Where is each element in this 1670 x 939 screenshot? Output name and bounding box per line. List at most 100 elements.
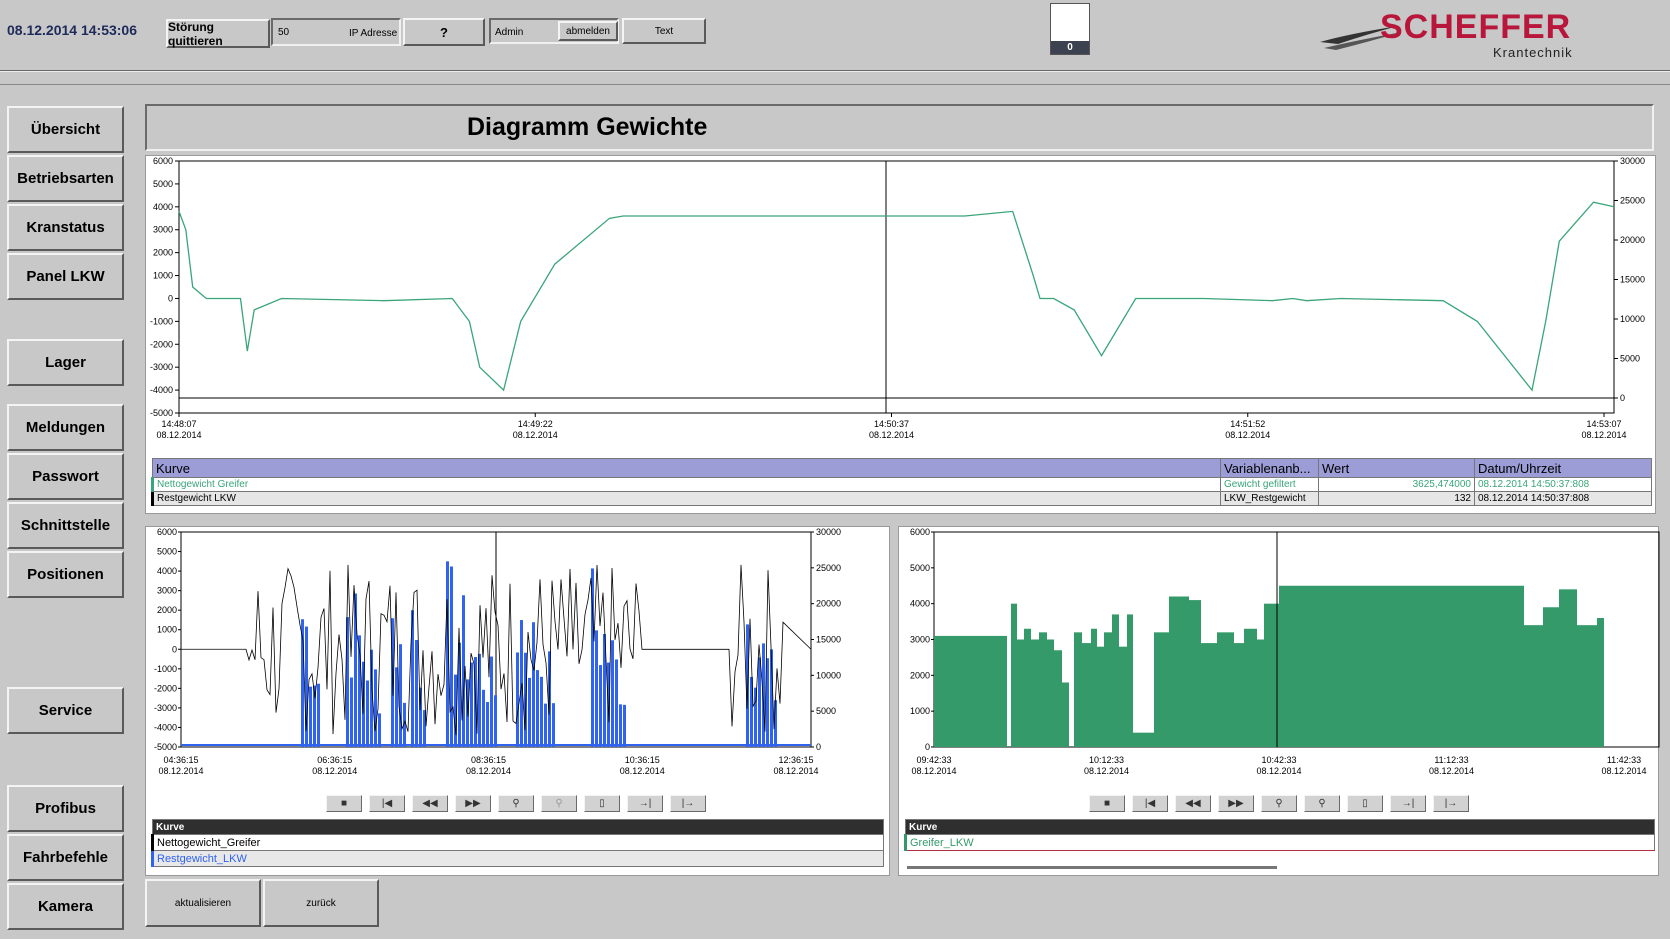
greifer-bar: [1091, 628, 1097, 747]
legend-scrollbar[interactable]: [907, 866, 1277, 869]
lkw-bar: [758, 657, 761, 747]
plot-area: [178, 160, 1615, 414]
back-button[interactable]: zurück: [263, 879, 379, 927]
y2-tick-label: 30000: [1620, 156, 1645, 166]
x-tick-label: 06:36:15: [317, 755, 352, 765]
y-tick-label: 6000: [153, 156, 173, 166]
greifer-bar: [1074, 632, 1082, 747]
sidebar-item-kamera[interactable]: Kamera: [7, 883, 124, 930]
move-right-icon[interactable]: →|: [627, 795, 663, 812]
ip-address-field[interactable]: 50 IP Adresse: [271, 18, 401, 46]
y-tick-label: -1000: [150, 316, 173, 326]
move-left-icon[interactable]: |→: [670, 795, 706, 812]
sidebar-item-panel-lkw[interactable]: Panel LKW: [7, 253, 124, 300]
legend-row[interactable]: Nettogewicht Greifer Gewicht gefiltert 3…: [151, 477, 1652, 492]
move-left-icon[interactable]: |→: [1433, 795, 1469, 812]
first-icon[interactable]: |◀: [369, 795, 405, 812]
y-tick-label: -4000: [150, 385, 173, 395]
greifer-bar: [1119, 646, 1127, 747]
left-chart-toolbar: ■ |◀ ◀◀ ▶▶ ⚲ ⚲ ▯ →| |→: [326, 795, 866, 815]
forward-icon[interactable]: ▶▶: [455, 795, 491, 812]
y-tick-label: -2000: [154, 683, 177, 693]
y2-tick-label: 25000: [816, 563, 841, 573]
sidebar-item-fahrbefehle[interactable]: Fahrbefehle: [7, 834, 124, 881]
page-title: Diagramm Gewichte: [467, 113, 708, 141]
legend-row[interactable]: Restgewicht LKW LKW_Restgewicht 132 08.1…: [151, 491, 1652, 506]
stop-icon[interactable]: ■: [1089, 795, 1125, 812]
sidebar-item-uebersicht[interactable]: Übersicht: [7, 106, 124, 153]
lkw-bar: [415, 640, 418, 747]
sidebar-item-service[interactable]: Service: [7, 687, 124, 734]
stop-icon[interactable]: ■: [326, 795, 362, 812]
help-button[interactable]: ?: [403, 18, 485, 46]
legend-header-datetime: Datum/Uhrzeit: [1474, 458, 1652, 478]
x-tick-label: 14:53:07: [1586, 419, 1621, 429]
lkw-bar: [395, 667, 398, 747]
sidebar-item-profibus[interactable]: Profibus: [7, 785, 124, 832]
greifer-bar: [1234, 643, 1244, 747]
title-panel: Diagramm Gewichte: [145, 104, 1654, 151]
bottom-right-trend-chart[interactable]: 6000 5000 4000 3000 2000 1000 0 09:42:33 08.12.2…: [898, 526, 1660, 876]
zoom-out-icon[interactable]: ⚲: [1304, 795, 1340, 812]
lkw-bar: [374, 669, 377, 747]
right-chart-toolbar: ■ |◀ ◀◀ ▶▶ ⚲ ⚲ ▯ →| |→: [1089, 795, 1629, 815]
ruler-icon[interactable]: ▯: [1347, 795, 1383, 812]
zoom-in-icon[interactable]: ⚲: [1261, 795, 1297, 812]
sidebar-item-schnittstelle[interactable]: Schnittstelle: [7, 502, 124, 549]
lkw-bar: [399, 644, 402, 747]
sidebar-item-kranstatus[interactable]: Kranstatus: [7, 204, 124, 251]
ruler-icon[interactable]: ▯: [584, 795, 620, 812]
legend-header-value: Wert: [1318, 458, 1475, 478]
lkw-bar: [540, 676, 543, 747]
y-tick-label: -1000: [154, 664, 177, 674]
legend-row[interactable]: Restgewicht_LKW: [151, 850, 884, 867]
sidebar-item-lager[interactable]: Lager: [7, 339, 124, 386]
lkw-bar: [486, 702, 489, 747]
sidebar-item-betriebsarten[interactable]: Betriebsarten: [7, 155, 124, 202]
y-tick-label: 6000: [910, 527, 930, 537]
user-name: Admin: [495, 27, 524, 38]
sidebar-item-positionen[interactable]: Positionen: [7, 551, 124, 598]
lkw-bar: [470, 662, 473, 747]
y-tick-label: 3000: [157, 586, 177, 596]
refresh-button[interactable]: aktualisieren: [145, 879, 261, 927]
move-right-icon[interactable]: →|: [1390, 795, 1426, 812]
logout-button[interactable]: abmelden: [558, 21, 618, 41]
legend-header-curve: Kurve: [152, 458, 1221, 478]
legend-row[interactable]: Nettogewicht_Greifer: [151, 834, 884, 851]
lkw-bar: [494, 695, 497, 747]
y-tick-label: 1000: [910, 706, 930, 716]
first-icon[interactable]: |◀: [1132, 795, 1168, 812]
sidebar-item-meldungen[interactable]: Meldungen: [7, 404, 124, 451]
greifer-bar: [1039, 632, 1047, 747]
y-tick-label: 2000: [153, 248, 173, 258]
greifer-bar: [1062, 682, 1069, 747]
legend-row[interactable]: Greifer_LKW: [904, 834, 1655, 851]
lkw-bar: [450, 566, 453, 747]
top-trend-chart[interactable]: 6000 5000 4000 3000 2000 1000 0 -1000 -2000 -3000…: [145, 155, 1656, 514]
legend-var-name: Gewicht gefiltert: [1220, 477, 1319, 492]
sidebar-item-passwort[interactable]: Passwort: [7, 453, 124, 500]
greifer-bar: [1543, 607, 1559, 747]
acknowledge-fault-button[interactable]: Störung quittieren: [166, 19, 270, 48]
rewind-icon[interactable]: ◀◀: [412, 795, 448, 812]
forward-icon[interactable]: ▶▶: [1218, 795, 1254, 812]
x-tick-label: 12:36:15: [778, 755, 813, 765]
y2-tick-label: 5000: [1620, 354, 1640, 364]
y-tick-label: 5000: [157, 547, 177, 557]
text-button[interactable]: Text: [622, 18, 706, 44]
greifer-bar: [1524, 625, 1543, 747]
company-logo: SCHEFFER Krantechnik: [1318, 8, 1598, 63]
lkw-bar: [490, 656, 493, 747]
zoom-out-icon[interactable]: ⚲: [541, 795, 577, 812]
y-tick-label: 3000: [153, 225, 173, 235]
rewind-icon[interactable]: ◀◀: [1175, 795, 1211, 812]
x-tick-label: 08:36:15: [471, 755, 506, 765]
zoom-in-icon[interactable]: ⚲: [498, 795, 534, 812]
bottom-left-trend-chart[interactable]: 6000 5000 4000 3000 2000 1000 0 -1000 -2000 -3000…: [145, 526, 890, 876]
x-tick-date: 08.12.2014: [466, 766, 511, 776]
y-tick-label: 4000: [157, 566, 177, 576]
x-tick-label: 10:42:33: [1261, 755, 1296, 765]
x-tick-label: 11:42:33: [1607, 755, 1641, 765]
legend-datetime: 08.12.2014 14:50:37:808: [1474, 491, 1652, 506]
